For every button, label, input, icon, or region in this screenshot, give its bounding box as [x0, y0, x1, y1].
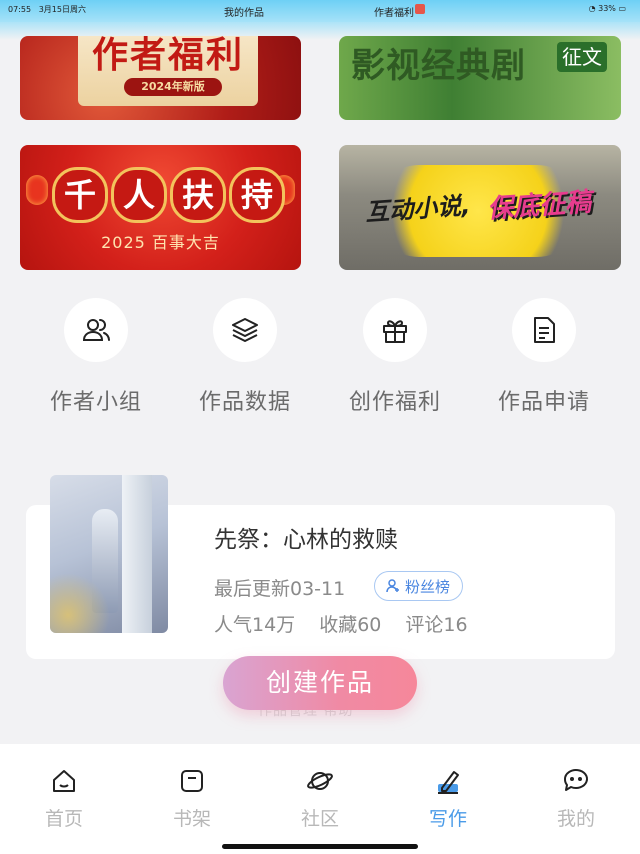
quick-icon-circle	[512, 298, 576, 362]
banner-char: 扶	[170, 167, 226, 223]
battery-percent: 33%	[598, 4, 616, 13]
message-icon	[512, 766, 640, 796]
tab-bookshelf[interactable]: 书架	[128, 766, 256, 831]
close-icon[interactable]	[415, 4, 425, 14]
tab-write[interactable]: 写作	[384, 766, 512, 831]
document-icon	[534, 317, 555, 343]
quick-label: 作品数据	[198, 390, 291, 415]
bookshelf-icon	[128, 766, 256, 796]
quick-label: 作者小组	[49, 390, 142, 415]
work-cover[interactable]	[50, 475, 168, 633]
status-time-date: 07:55 3月15日周六	[8, 4, 86, 15]
write-icon	[384, 766, 512, 796]
banner-author-benefits[interactable]: 作者福利 2024年新版	[20, 36, 301, 120]
cover-foliage	[50, 573, 110, 633]
banner-tag: 征文	[557, 42, 607, 72]
bottom-tab-bar: 首页 书架 社区 写作 我的	[0, 744, 640, 854]
quick-label: 创作福利	[348, 390, 441, 415]
create-work-button[interactable]: 创建作品	[223, 656, 417, 710]
lantern-icon	[26, 175, 48, 205]
fans-rank-label: 粉丝榜	[405, 577, 451, 596]
gift-icon	[383, 320, 407, 343]
quick-work-application[interactable]: 作品申请	[479, 298, 609, 416]
fans-rank-button[interactable]: 粉丝榜	[374, 571, 464, 601]
work-comments: 评论16	[405, 614, 468, 636]
quick-icon-circle	[213, 298, 277, 362]
banner-subtitle: 2024年新版	[124, 78, 222, 96]
status-date: 3月15日周六	[38, 5, 86, 14]
status-bar: 07:55 3月15日周六 我的作品 作者福利 ◔ 33% ▭	[0, 0, 640, 22]
quick-work-data[interactable]: 作品数据	[180, 298, 310, 416]
work-title[interactable]: 先祭：心林的救赎	[214, 520, 398, 554]
home-indicator	[222, 844, 418, 849]
tab-label: 首页	[44, 808, 83, 830]
work-stats: 人气14万 收藏60 评论16	[214, 610, 492, 637]
banner-title: 作者福利	[91, 36, 244, 76]
banner-subtitle: 2025 百事大吉	[101, 233, 220, 252]
status-tab-my-works[interactable]: 我的作品	[224, 4, 264, 19]
tab-home[interactable]: 首页	[0, 766, 128, 831]
work-favorites: 收藏60	[319, 614, 382, 636]
banner-film-classic[interactable]: 影视经典剧 征文	[339, 36, 621, 120]
quick-author-group[interactable]: 作者小组	[31, 298, 161, 416]
quick-creation-benefits[interactable]: 创作福利	[330, 298, 460, 416]
tab-community[interactable]: 社区	[256, 766, 384, 831]
status-time: 07:55	[8, 5, 32, 14]
banner-title-part1: 互动小说,	[364, 191, 472, 227]
banner-title: 影视经典剧	[351, 46, 526, 86]
tab-label: 社区	[300, 808, 339, 830]
planet-icon	[256, 766, 384, 796]
layers-icon	[232, 318, 258, 342]
tab-label: 书架	[172, 808, 211, 830]
work-popularity: 人气14万	[214, 614, 296, 636]
banner-interactive-novel[interactable]: 互动小说, 保底征稿	[339, 145, 621, 270]
tab-label: 我的	[556, 808, 595, 830]
status-tab-author-benefits-label: 作者福利	[374, 8, 414, 19]
battery-icon: ▭	[618, 4, 626, 13]
banner-char: 人	[111, 167, 167, 223]
work-updated: 最后更新03-11	[214, 578, 346, 600]
quick-label: 作品申请	[497, 390, 590, 415]
group-icon	[82, 319, 110, 341]
banner-title-part2: 保底征稿	[486, 187, 593, 225]
banner-thousand-support[interactable]: 千人扶持 2025 百事大吉	[20, 145, 301, 270]
status-tab-author-benefits[interactable]: 作者福利	[374, 4, 425, 19]
tab-label: 写作	[428, 808, 467, 830]
cover-pillar	[122, 475, 152, 633]
tab-profile[interactable]: 我的	[512, 766, 640, 831]
banner-char: 千	[52, 167, 108, 223]
status-indicators: ◔ 33% ▭	[589, 4, 626, 13]
banner-char: 持	[229, 167, 285, 223]
home-icon	[0, 766, 128, 796]
quick-icon-circle	[363, 298, 427, 362]
banner-chars: 千人扶持	[52, 167, 288, 223]
quick-icon-circle	[64, 298, 128, 362]
wifi-icon: ◔	[588, 4, 596, 13]
user-icon	[386, 579, 399, 593]
